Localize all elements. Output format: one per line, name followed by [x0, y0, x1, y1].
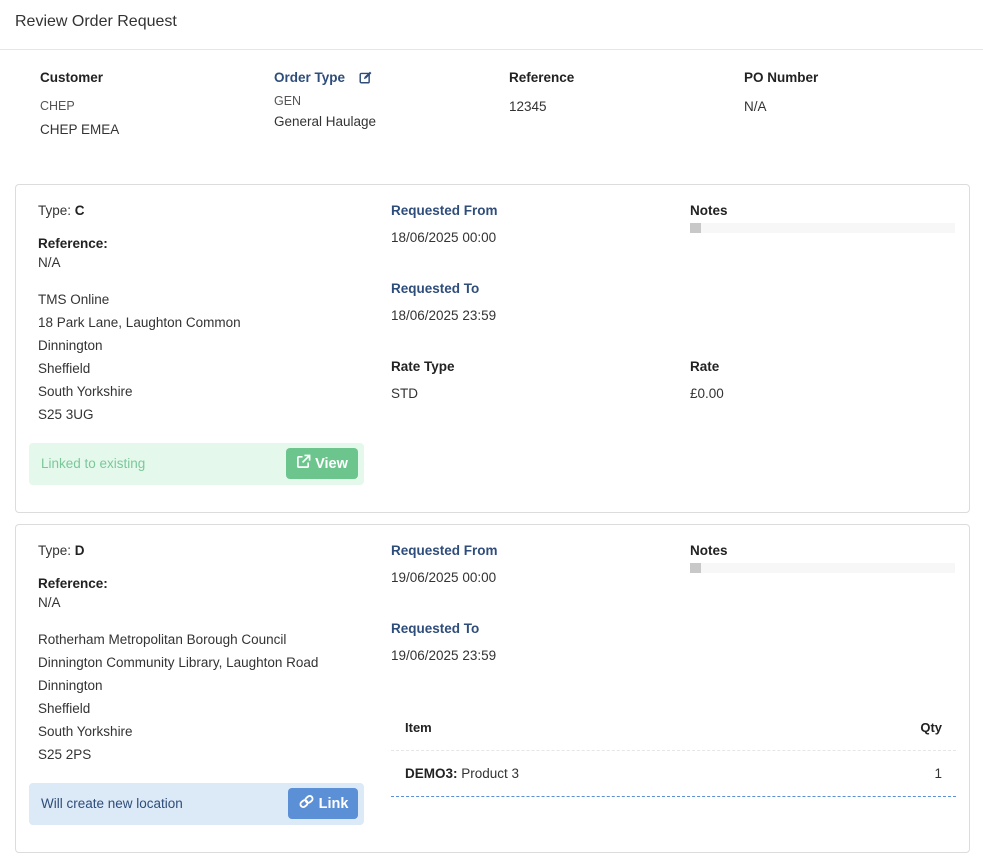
order-type-column: Order Type GEN General Haulage — [274, 70, 376, 133]
requested-from-label: Requested From — [391, 543, 498, 558]
reference-value: 12345 — [509, 99, 547, 114]
po-number-value: N/A — [744, 99, 767, 114]
rate-value: £0.00 — [690, 386, 724, 401]
items-col-item: Item — [405, 720, 432, 735]
requested-from-value: 19/06/2025 00:00 — [391, 570, 497, 585]
link-button-label: Link — [318, 795, 349, 812]
requested-to-label: Requested To — [391, 281, 480, 296]
customer-label: Customer — [40, 70, 104, 85]
order-type-name: General Haulage — [274, 114, 377, 129]
stop-reference-value: N/A — [38, 255, 61, 270]
address-line: 18 Park Lane, Laughton Common — [38, 315, 241, 330]
address-line: South Yorkshire — [38, 384, 133, 399]
order-type-code: GEN — [274, 94, 302, 108]
stop-details: Type: C Reference: N/A TMS Online 18 Par… — [38, 203, 368, 426]
stop-type: Type: C — [38, 203, 368, 218]
item-cell: DEMO3: Product 3 — [405, 766, 519, 781]
customer-code: CHEP — [40, 99, 75, 113]
address-line: Dinnington — [38, 678, 103, 693]
stop-details: Type: D Reference: N/A Rotherham Metropo… — [38, 543, 368, 766]
customer-column: Customer CHEP CHEP EMEA — [40, 70, 119, 141]
items-table-header: Item Qty — [391, 705, 956, 751]
item-name: Product 3 — [461, 766, 520, 781]
stop-type-label: Type: — [38, 203, 72, 218]
requested-from-label: Requested From — [391, 203, 498, 218]
stop-reference-label: Reference: — [38, 576, 108, 591]
requested-from: Requested From 18/06/2025 00:00 — [391, 203, 498, 249]
po-number-column: PO Number N/A — [744, 70, 818, 118]
po-number-label: PO Number — [744, 70, 819, 85]
notes-scroll-handle[interactable] — [690, 223, 701, 233]
address-line: Dinnington — [38, 338, 103, 353]
link-status: Will create new location Link — [29, 783, 364, 825]
requested-to: Requested To 19/06/2025 23:59 — [391, 621, 496, 667]
address-line: S25 2PS — [38, 747, 92, 762]
address-line: Dinnington Community Library, Laughton R… — [38, 655, 319, 670]
stop-type-label: Type: — [38, 543, 72, 558]
notes-label-text: Notes — [690, 203, 728, 218]
edit-icon[interactable] — [359, 71, 372, 87]
requested-to-label: Requested To — [391, 621, 480, 636]
order-type-header: Order Type — [274, 70, 376, 87]
address-line: South Yorkshire — [38, 724, 133, 739]
external-link-icon — [296, 454, 311, 473]
table-row[interactable]: DEMO3: Product 3 1 — [391, 751, 956, 797]
stop-address: Rotherham Metropolitan Borough Council D… — [38, 628, 368, 766]
stop-reference-label: Reference: — [38, 236, 108, 251]
stop-type: Type: D — [38, 543, 368, 558]
requested-from: Requested From 19/06/2025 00:00 — [391, 543, 498, 589]
address-line: S25 3UG — [38, 407, 94, 422]
notes-scrollbar[interactable] — [690, 563, 955, 573]
link-icon — [298, 794, 315, 813]
stop-type-value: D — [74, 543, 85, 558]
view-button-label: View — [315, 455, 348, 472]
stop-address: TMS Online 18 Park Lane, Laughton Common… — [38, 288, 368, 426]
requested-to-value: 19/06/2025 23:59 — [391, 648, 497, 663]
page-header: Review Order Request — [0, 0, 983, 50]
address-line: Sheffield — [38, 701, 91, 716]
stop-card-collection: Type: C Reference: N/A TMS Online 18 Par… — [15, 184, 970, 513]
notes-label: Notes — [690, 543, 728, 558]
rate-type: Rate Type STD — [391, 359, 455, 405]
rate-type-label: Rate Type — [391, 359, 455, 374]
item-code: DEMO3: — [405, 766, 458, 781]
link-status: Linked to existing View — [29, 443, 364, 485]
requested-to: Requested To 18/06/2025 23:59 — [391, 281, 496, 327]
order-type-label: Order Type — [274, 70, 346, 85]
notes-scrollbar[interactable] — [690, 223, 955, 233]
address-line: Sheffield — [38, 361, 91, 376]
customer-name: CHEP EMEA — [40, 122, 120, 137]
items-col-qty: Qty — [920, 720, 942, 735]
notes-scroll-handle[interactable] — [690, 563, 701, 573]
requested-to-value: 18/06/2025 23:59 — [391, 308, 497, 323]
view-button[interactable]: View — [286, 448, 358, 479]
address-line: TMS Online — [38, 292, 110, 307]
stop-type-value: C — [74, 203, 85, 218]
rate-label: Rate — [690, 359, 720, 374]
notes-label: Notes — [690, 203, 728, 218]
order-summary: Customer CHEP CHEP EMEA Order Type GEN G… — [0, 50, 983, 170]
requested-from-value: 18/06/2025 00:00 — [391, 230, 497, 245]
item-qty: 1 — [934, 766, 942, 781]
reference-column: Reference 12345 — [509, 70, 574, 118]
address-line: Rotherham Metropolitan Borough Council — [38, 632, 287, 647]
link-button[interactable]: Link — [288, 788, 358, 819]
page-title: Review Order Request — [15, 13, 177, 30]
reference-label: Reference — [509, 70, 575, 85]
notes-label-text: Notes — [690, 543, 728, 558]
items-table: Item Qty DEMO3: Product 3 1 — [391, 705, 956, 797]
link-status-text: Linked to existing — [41, 456, 146, 471]
link-status-text: Will create new location — [41, 796, 183, 811]
stop-reference-value: N/A — [38, 595, 61, 610]
rate-type-value: STD — [391, 386, 418, 401]
stop-card-delivery: Type: D Reference: N/A Rotherham Metropo… — [15, 524, 970, 853]
rate: Rate £0.00 — [690, 359, 724, 405]
